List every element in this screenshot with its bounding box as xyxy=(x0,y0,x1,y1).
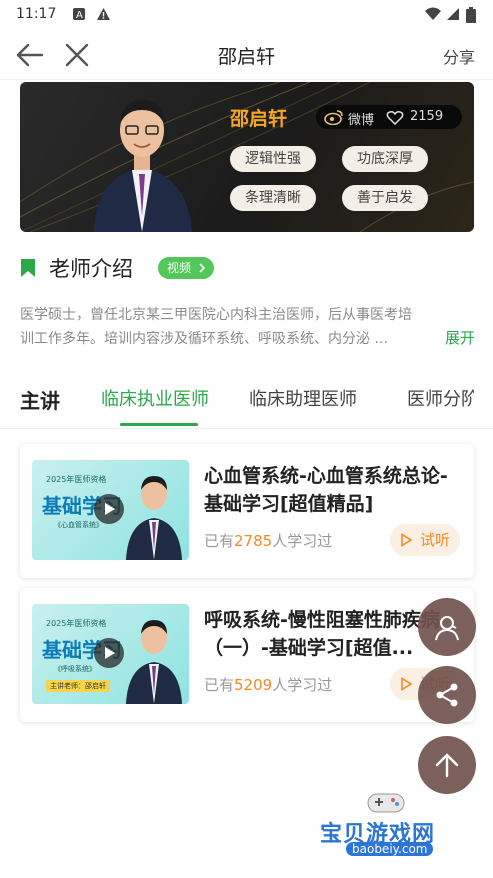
teacher-photo xyxy=(94,100,192,232)
course-card[interactable]: 2025年医师资格 基础学习 《呼吸系统》 主讲老师：邵启轩 呼吸系统-慢性阻塞… xyxy=(20,588,474,722)
bio-line-2: 训工作多年。培训内容涉及循环系统、呼吸系统、内分泌 ... xyxy=(20,331,388,347)
status-bar: 11:17 A xyxy=(0,0,493,30)
customer-service-icon xyxy=(435,616,459,641)
section-title-intro: 老师介绍 xyxy=(49,257,133,281)
site-watermark: 宝贝游戏网 baobeiy.com xyxy=(318,788,468,878)
tab-physician-stage[interactable]: 医师分阶 xyxy=(407,385,474,411)
learners-prefix: 已有 xyxy=(204,532,235,550)
tag-logic: 逻辑性强 xyxy=(230,146,316,172)
consult-fab[interactable] xyxy=(418,598,476,656)
lecture-label: 主讲 xyxy=(20,389,60,413)
expand-bio-link[interactable]: 展开 xyxy=(438,327,475,348)
play-icon xyxy=(105,647,115,659)
thumb-teacher-photo xyxy=(126,620,182,704)
arrow-up-icon xyxy=(435,753,459,778)
video-label: 视频 xyxy=(167,261,192,275)
signal-icon xyxy=(447,8,459,20)
play-button[interactable] xyxy=(94,494,124,524)
play-icon xyxy=(105,503,115,515)
bookmark-icon xyxy=(21,259,35,277)
tabs-divider xyxy=(0,428,493,429)
scroll-to-top-fab[interactable] xyxy=(418,736,476,794)
play-button[interactable] xyxy=(94,638,124,668)
trial-listen-button[interactable]: 试听 xyxy=(390,524,460,556)
learners-prefix: 已有 xyxy=(204,676,235,694)
share-fab[interactable] xyxy=(418,666,476,724)
teacher-banner: 邵启轩 微博 2159 逻辑性强 功底深厚 条理清晰 善于启发 xyxy=(20,82,474,232)
learners-number: 5209 xyxy=(234,676,273,694)
like-count: 2159 xyxy=(410,109,444,124)
svg-text:A: A xyxy=(76,10,83,21)
A-notification-icon: A xyxy=(73,8,85,21)
share-icon xyxy=(436,683,458,707)
play-outline-icon xyxy=(401,533,412,547)
page-title: 邵启轩 xyxy=(217,46,275,68)
course-title[interactable]: 心血管系统-心血管系统总论-基础学习[超值精品] xyxy=(204,462,456,518)
tag-clarity: 条理清晰 xyxy=(230,185,316,211)
social-stats: 微博 2159 xyxy=(316,105,462,129)
wifi-icon xyxy=(425,7,441,20)
trial-label: 试听 xyxy=(420,531,451,549)
active-tab-indicator xyxy=(120,423,198,426)
weibo-label: 微博 xyxy=(348,113,375,128)
tab-clinical-practitioner[interactable]: 临床执业医师 xyxy=(101,385,209,411)
thumb-teacher-photo xyxy=(126,476,182,560)
warning-icon xyxy=(97,8,110,20)
learners-suffix: 人学习过 xyxy=(272,676,333,694)
chevron-right-icon xyxy=(199,263,206,273)
top-app-bar: 邵启轩 分享 xyxy=(0,30,493,80)
teacher-bio: 医学硕士，曾任北京某三甲医院心内科主治医师，后从事医考培 训工作多年。培训内容涉… xyxy=(20,303,475,351)
weibo-icon xyxy=(324,110,343,125)
tag-foundation: 功底深厚 xyxy=(342,146,428,172)
course-thumbnail: 2025年医师资格 基础学习 《呼吸系统》 主讲老师：邵启轩 xyxy=(32,604,189,704)
learners-suffix: 人学习过 xyxy=(272,532,333,550)
course-thumbnail: 2025年医师资格 基础学习 《心血管系统》 xyxy=(32,460,189,560)
learner-count: 已有2785人学习过 xyxy=(204,530,332,551)
gamepad-icon xyxy=(367,793,405,813)
thumb-sub: 《呼吸系统》 xyxy=(54,665,96,673)
learner-count: 已有5209人学习过 xyxy=(204,674,332,695)
battery-icon xyxy=(466,7,476,23)
learners-number: 2785 xyxy=(234,532,273,550)
share-button[interactable]: 分享 xyxy=(443,44,475,68)
thumb-year: 2025年医师资格 xyxy=(46,619,107,628)
watermark-url: baobeiy.com xyxy=(346,842,434,856)
banner-teacher-name: 邵启轩 xyxy=(230,108,288,130)
status-time: 11:17 xyxy=(16,6,57,22)
tab-clinical-assistant[interactable]: 临床助理医师 xyxy=(249,385,357,411)
thumb-sub: 《心血管系统》 xyxy=(54,521,103,529)
tab-clip: 医师分阶 xyxy=(400,380,474,420)
thumb-year: 2025年医师资格 xyxy=(46,475,107,484)
heart-icon xyxy=(386,111,404,126)
thumb-teacher-line: 主讲老师：邵启轩 xyxy=(46,680,110,692)
bio-line-1: 医学硕士，曾任北京某三甲医院心内科主治医师，后从事医考培 xyxy=(20,307,412,323)
tag-inspiring: 善于启发 xyxy=(342,185,428,211)
course-card[interactable]: 2025年医师资格 基础学习 《心血管系统》 心血管系统-心血管系统总论-基础学… xyxy=(20,444,474,578)
intro-video-button[interactable]: 视频 xyxy=(158,257,214,279)
play-outline-icon xyxy=(401,677,412,691)
